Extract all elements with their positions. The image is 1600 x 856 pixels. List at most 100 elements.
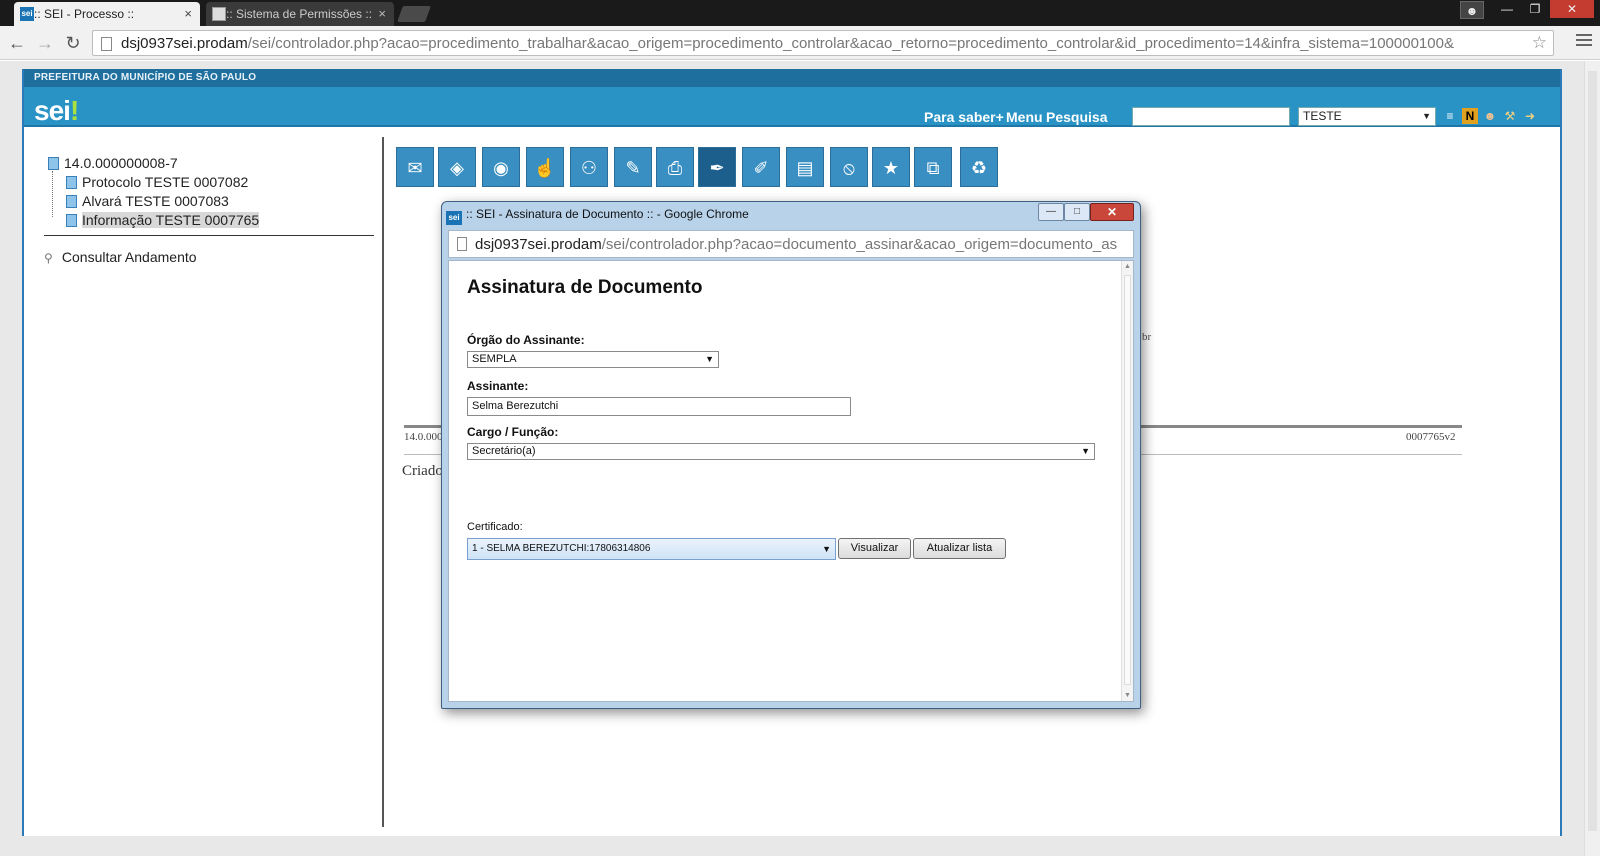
link-para-saber[interactable]: Para saber+ (924, 109, 1004, 125)
copy-documents-icon[interactable]: ⧉ (914, 147, 952, 187)
link-pesquisa[interactable]: Pesquisa (1046, 109, 1107, 125)
tree-item[interactable]: Protocolo TESTE 0007082 (44, 174, 259, 193)
orgao-label: Órgão do Assinante: (467, 333, 585, 347)
url-path: /sei/controlador.php?acao=documento_assi… (601, 236, 1118, 253)
forward-arrow-icon[interactable]: → (34, 32, 56, 54)
tree-item-selected[interactable]: Informação TESTE 0007765 (44, 212, 260, 231)
scroll-down-icon[interactable]: ▼ (1124, 692, 1131, 699)
tree-item-label: Alvará TESTE 0007083 (82, 193, 229, 209)
cargo-label: Cargo / Função: (467, 425, 559, 439)
tab-close-icon[interactable]: × (184, 2, 192, 26)
logo-mark: ! (69, 95, 79, 126)
scroll-up-icon[interactable]: ▲ (1124, 263, 1131, 270)
chevron-down-icon: ▼ (822, 544, 831, 554)
cargo-select[interactable]: Secretário(a) ▼ (467, 443, 1095, 460)
popup-minimize-button[interactable]: — (1038, 203, 1064, 221)
tree-item[interactable]: Alvará TESTE 0007083 (44, 193, 259, 212)
send-process-icon[interactable]: ✉ (396, 147, 434, 187)
chrome-menu-icon[interactable] (1576, 34, 1592, 50)
popup-url: dsj0937sei.prodam/sei/controlador.php?ac… (475, 236, 1131, 253)
tab-sistema-permissoes[interactable]: :: Sistema de Permissões :: × (206, 2, 394, 26)
url-host: dsj0937sei.prodam (475, 236, 602, 253)
certificado-select-value: 1 - SELMA BEREZUTCHI:17806314806 (472, 543, 651, 554)
sei-header: PREFEITURA DO MUNICÍPIO DE SÃO PAULO sei… (24, 69, 1560, 127)
document-icon (66, 176, 77, 189)
popup-content: Assinatura de Documento Órgão do Assinan… (448, 260, 1134, 702)
view-icon[interactable]: ◉ (482, 147, 520, 187)
logout-icon[interactable]: ➜ (1522, 108, 1538, 124)
cargo-select-value: Secretário(a) (472, 445, 536, 457)
consult-label: Consultar Andamento (61, 249, 197, 265)
link-menu[interactable]: Menu (1006, 109, 1043, 125)
settings-wrench-icon[interactable]: ⚒ (1502, 108, 1518, 124)
print-icon[interactable]: ⎙ (656, 147, 694, 187)
favorite-document-icon[interactable]: ★ (872, 147, 910, 187)
sign-in-block-icon[interactable]: ✐ (742, 147, 780, 187)
document-icon (66, 214, 77, 227)
popup-scrollbar[interactable]: ▲ ▼ (1121, 261, 1133, 701)
scroll-icon[interactable]: ✎ (614, 147, 652, 187)
consultar-andamento-link[interactable]: ⚲ Consultar Andamento (44, 249, 197, 265)
process-tree: 14.0.000000008-7 Protocolo TESTE 0007082… (44, 155, 260, 231)
news-icon[interactable]: N (1462, 108, 1478, 124)
signature-popup-window: sei:: SEI - Assinatura de Documento :: -… (441, 201, 1141, 709)
address-bar[interactable]: dsj0937sei.prodam/sei/controlador.php?ac… (92, 30, 1554, 56)
cancel-document-icon[interactable]: ⦸ (830, 147, 868, 187)
chevron-down-icon: ▼ (1422, 111, 1431, 121)
browser-tab-bar: sei :: SEI - Processo :: × :: Sistema de… (0, 0, 1600, 26)
visualizar-button[interactable]: Visualizar (838, 538, 911, 559)
popup-close-button[interactable]: ✕ (1090, 203, 1134, 221)
tree-item-label: Protocolo TESTE 0007082 (82, 174, 249, 190)
popup-title: :: SEI - Assinatura de Documento :: - Go… (466, 207, 749, 221)
scrollbar-thumb[interactable] (1588, 71, 1597, 831)
page-icon (101, 37, 112, 51)
assinante-input[interactable]: Selma Berezutchi (467, 397, 851, 416)
tree-root[interactable]: 14.0.000000008-7 (44, 155, 259, 174)
reload-icon[interactable]: ↻ (62, 32, 84, 54)
thumbs-up-icon[interactable]: ☝ (526, 147, 564, 187)
unit-select[interactable]: TESTE ▼ (1298, 107, 1436, 126)
document-fragment-text: br (1142, 331, 1152, 343)
books-icon[interactable]: ▤ (786, 147, 824, 187)
restore-button[interactable]: ❐ (1522, 0, 1548, 18)
url-path: /sei/controlador.php?acao=procedimento_t… (247, 35, 1454, 52)
back-arrow-icon[interactable]: ← (6, 32, 28, 54)
sign-pen-icon[interactable]: ✒ (698, 147, 736, 187)
page-favicon-icon (212, 7, 226, 21)
url-host: dsj0937sei.prodam (121, 35, 248, 52)
certificado-select[interactable]: 1 - SELMA BEREZUTCHI:17806314806 ▼ (467, 538, 836, 560)
chevron-down-icon: ▼ (705, 354, 714, 364)
update-progress-icon[interactable]: ◈ (438, 147, 476, 187)
certificado-label: Certificado: (467, 521, 523, 533)
orgao-select[interactable]: SEMPLA ▼ (467, 351, 719, 368)
minimize-button[interactable]: — (1494, 0, 1520, 18)
browser-toolbar: ← → ↻ dsj0937sei.prodam/sei/controlador.… (0, 26, 1600, 60)
tab-sei-processo[interactable]: sei :: SEI - Processo :: × (14, 2, 200, 26)
page-icon (457, 237, 467, 251)
people-icon[interactable]: ⚇ (570, 147, 608, 187)
popup-maximize-button[interactable]: □ (1064, 203, 1090, 221)
new-tab-button[interactable] (397, 6, 431, 22)
assinante-label: Assinante: (467, 379, 529, 393)
org-name: PREFEITURA DO MUNICÍPIO DE SÃO PAULO (34, 72, 257, 83)
list-icon[interactable]: ≡ (1442, 108, 1458, 124)
page-scrollbar[interactable] (1584, 61, 1600, 856)
popup-scrollbar-thumb[interactable] (1124, 275, 1131, 685)
popup-address-bar[interactable]: dsj0937sei.prodam/sei/controlador.php?ac… (448, 230, 1134, 258)
close-window-button[interactable]: ✕ (1550, 0, 1594, 18)
atualizar-lista-button[interactable]: Atualizar lista (913, 538, 1006, 559)
delete-trash-icon[interactable]: ♻ (960, 147, 998, 187)
tab-label: :: Sistema de Permissões :: (226, 7, 373, 21)
tree-item-label: Informação TESTE 0007765 (82, 212, 260, 228)
search-input[interactable] (1132, 107, 1290, 126)
tab-close-icon[interactable]: × (378, 2, 386, 26)
document-version-code: 0007765v2 (1406, 431, 1456, 443)
user-profile-icon[interactable]: ☻ (1460, 1, 1484, 19)
tab-label: :: SEI - Processo :: (34, 7, 135, 21)
document-created-text: Criado (402, 463, 443, 479)
user-icon[interactable]: ☻ (1482, 108, 1498, 124)
sei-favicon-icon: sei (446, 211, 462, 225)
popup-titlebar: sei:: SEI - Assinatura de Documento :: -… (446, 206, 749, 225)
bookmark-star-icon[interactable]: ☆ (1532, 33, 1547, 53)
sei-logo[interactable]: sei! (34, 95, 79, 127)
